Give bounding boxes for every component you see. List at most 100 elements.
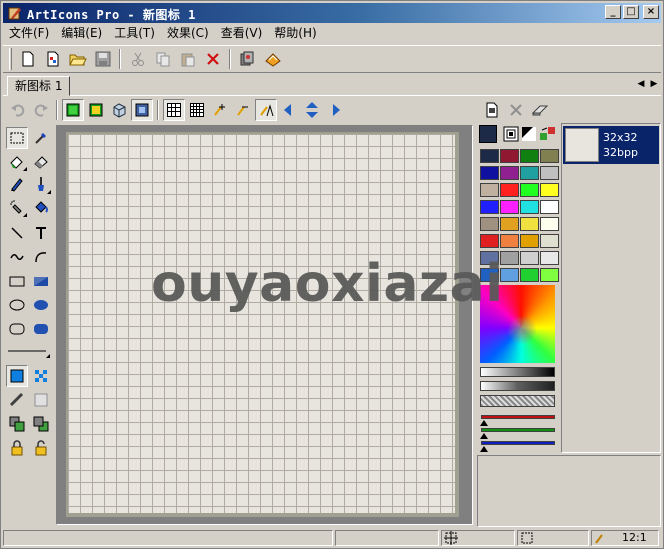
blend-mode-button[interactable]: [6, 389, 28, 411]
palette-swatch[interactable]: [520, 234, 539, 248]
3d-view-button[interactable]: [108, 99, 130, 121]
palette-swatch[interactable]: [500, 183, 519, 197]
palette-swatch[interactable]: [480, 149, 499, 163]
eraser-format-button[interactable]: [529, 99, 551, 121]
filled-ellipse-tool[interactable]: [30, 294, 52, 316]
unlock-button[interactable]: [30, 437, 52, 459]
maximize-button[interactable]: □: [623, 5, 639, 19]
copy-button[interactable]: [151, 48, 174, 70]
fine-grid-button[interactable]: [186, 99, 208, 121]
pencil-tool[interactable]: [6, 173, 28, 195]
grid-toggle-button[interactable]: [163, 99, 185, 121]
move-right-button[interactable]: [324, 99, 346, 121]
palette-swatch[interactable]: [540, 200, 559, 214]
palette-swatch[interactable]: [520, 200, 539, 214]
delete-button[interactable]: [201, 48, 224, 70]
palette-swatch[interactable]: [520, 149, 539, 163]
icon-library-button[interactable]: [236, 48, 259, 70]
new-format-button[interactable]: [481, 99, 503, 121]
inverted-color-icon[interactable]: [521, 126, 537, 142]
text-tool[interactable]: [30, 222, 52, 244]
mask-mode-button[interactable]: [85, 99, 107, 121]
swap-colors-icon[interactable]: [539, 126, 557, 142]
palette-swatch[interactable]: [500, 200, 519, 214]
tab-scroll-right-button[interactable]: ▶: [648, 77, 660, 91]
paste-button[interactable]: [176, 48, 199, 70]
opaque-mode-button[interactable]: [6, 365, 28, 387]
palette-swatch[interactable]: [500, 149, 519, 163]
brush-tool[interactable]: [30, 173, 52, 195]
cut-button[interactable]: [126, 48, 149, 70]
zoom-in-button[interactable]: [209, 99, 231, 121]
palette-swatch[interactable]: [480, 234, 499, 248]
line-tool[interactable]: [6, 222, 28, 244]
color-replace-tool[interactable]: [6, 150, 28, 172]
palette-swatch[interactable]: [520, 251, 539, 265]
rounded-rect-tool[interactable]: [6, 318, 28, 340]
arc-tool[interactable]: [30, 246, 52, 268]
blue-slider-thumb[interactable]: [480, 446, 488, 452]
menu-view[interactable]: 查看(V): [215, 24, 269, 42]
move-vertical-button[interactable]: [301, 99, 323, 121]
palette-swatch[interactable]: [500, 166, 519, 180]
open-button[interactable]: [66, 48, 89, 70]
ellipse-tool[interactable]: [6, 294, 28, 316]
menu-help[interactable]: 帮助(H): [268, 24, 322, 42]
palette-swatch[interactable]: [540, 183, 559, 197]
palette-swatch[interactable]: [540, 234, 559, 248]
menu-tools[interactable]: 工具(T): [108, 24, 161, 42]
rectangle-tool[interactable]: [6, 270, 28, 292]
foreground-color-swatch[interactable]: [479, 125, 497, 143]
palette-swatch[interactable]: [500, 217, 519, 231]
airbrush-tool[interactable]: [6, 196, 28, 218]
filled-rounded-rect-tool[interactable]: [30, 318, 52, 340]
palette-swatch[interactable]: [520, 217, 539, 231]
layer-back-button[interactable]: [30, 413, 52, 435]
menu-file[interactable]: 文件(F): [3, 24, 55, 42]
antialias-button[interactable]: [255, 99, 277, 121]
green-slider-thumb[interactable]: [480, 433, 488, 439]
save-button[interactable]: [91, 48, 114, 70]
palette-swatch[interactable]: [540, 217, 559, 231]
palette-swatch[interactable]: [480, 166, 499, 180]
undo-button[interactable]: [7, 99, 29, 121]
red-slider-thumb[interactable]: [480, 420, 488, 426]
screen-color-icon[interactable]: [503, 126, 519, 142]
new-file-button[interactable]: [16, 48, 39, 70]
filled-rectangle-tool[interactable]: [30, 270, 52, 292]
title-bar[interactable]: ArtIcons Pro - 新图标 1 _ □ ×: [3, 3, 661, 23]
move-left-button[interactable]: [278, 99, 300, 121]
blue-slider[interactable]: [480, 441, 555, 452]
palette-swatch[interactable]: [480, 217, 499, 231]
palette-swatch[interactable]: [520, 183, 539, 197]
image-mode-button[interactable]: [62, 99, 84, 121]
menu-edit[interactable]: 编辑(E): [55, 24, 108, 42]
curve-tool[interactable]: [6, 246, 28, 268]
redo-button[interactable]: [30, 99, 52, 121]
line-width-selector[interactable]: [5, 343, 51, 359]
tab-scroll-left-button[interactable]: ◀: [635, 77, 647, 91]
minimize-button[interactable]: _: [605, 5, 621, 19]
palette-swatch[interactable]: [540, 166, 559, 180]
alpha-ramp[interactable]: [480, 381, 555, 391]
palette-swatch[interactable]: [540, 251, 559, 265]
toolbar-grip[interactable]: [9, 48, 12, 70]
palette-swatch[interactable]: [520, 268, 539, 282]
red-slider[interactable]: [480, 415, 555, 426]
pattern-row[interactable]: [480, 395, 555, 407]
fill-tool[interactable]: [30, 196, 52, 218]
resource-button[interactable]: [261, 48, 284, 70]
transparent-mode-button[interactable]: [30, 365, 52, 387]
tab-new-icon-1[interactable]: 新图标 1: [7, 76, 71, 96]
lock-transparent-button[interactable]: [6, 437, 28, 459]
icon-canvas[interactable]: [68, 134, 455, 513]
palette-swatch[interactable]: [520, 166, 539, 180]
preview-button[interactable]: [131, 99, 153, 121]
palette-swatch[interactable]: [500, 234, 519, 248]
palette-swatch[interactable]: [540, 268, 559, 282]
delete-format-button[interactable]: [505, 99, 527, 121]
close-button[interactable]: ×: [643, 5, 659, 19]
format-item-32x32[interactable]: 32x32 32bpp: [563, 126, 659, 164]
zoom-out-button[interactable]: [232, 99, 254, 121]
rect-select-tool[interactable]: [6, 127, 28, 149]
